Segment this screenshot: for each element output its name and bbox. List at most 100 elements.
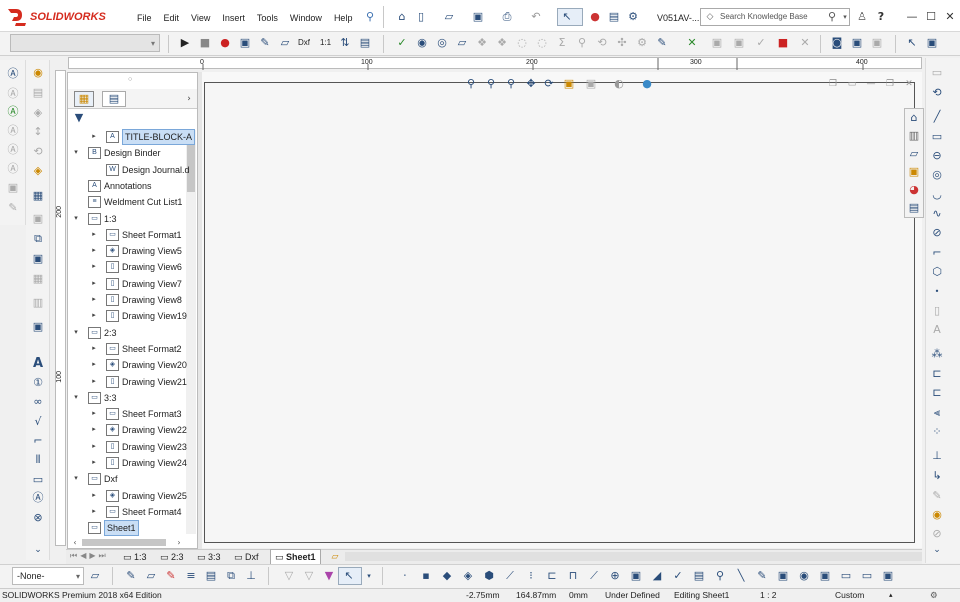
tool-6-icon[interactable]: ▣ xyxy=(6,181,20,195)
bottom-tool-13-icon[interactable]: ✓ xyxy=(671,569,685,583)
tool-7-icon[interactable]: ✎ xyxy=(6,201,20,215)
sheet-scale[interactable]: 1 : 2 xyxy=(760,589,777,602)
sketch-tool-2-icon[interactable]: ▯ xyxy=(930,304,944,318)
arc-icon[interactable]: ◡ xyxy=(930,188,944,202)
undo-icon[interactable]: ↶ xyxy=(529,10,543,24)
zoom-to-fit-icon[interactable]: ⚲ xyxy=(464,77,478,91)
close-icon[interactable]: ✕ xyxy=(943,10,957,24)
tool-4-icon[interactable]: Ⓐ xyxy=(6,143,20,157)
menu-file[interactable]: File xyxy=(137,13,152,23)
show-edge-icon[interactable]: ⊥ xyxy=(244,569,258,583)
rebuild-icon[interactable]: ● xyxy=(588,10,602,24)
display-style-icon[interactable]: ▣ xyxy=(584,77,598,91)
tree-item[interactable]: ▾ ▭ 2:3 xyxy=(68,325,198,341)
tool-m-icon[interactable]: ✕ xyxy=(685,36,699,50)
tool-1-icon[interactable]: Ⓐ xyxy=(6,87,20,101)
tool-l-icon[interactable]: ✎ xyxy=(655,36,669,50)
expand-caret-icon[interactable]: ▸ xyxy=(90,276,98,292)
tree-item[interactable]: ▸ ▯ Drawing View19 xyxy=(68,308,198,324)
tool-18-icon[interactable]: ▦ xyxy=(31,272,45,286)
file-properties-icon[interactable]: ▤ xyxy=(607,10,621,24)
tree-hscroll-left-icon[interactable]: ‹ xyxy=(68,536,82,550)
fillet-icon[interactable]: ⌐ xyxy=(930,246,944,260)
bottom-tool-3-icon[interactable]: ◈ xyxy=(461,569,475,583)
tree-item[interactable]: ▸ ◈ Drawing View22 xyxy=(68,422,198,438)
bottom-tool-16-icon[interactable]: ╲ xyxy=(734,569,748,583)
bottom-tool-10-icon[interactable]: ⊕ xyxy=(608,569,622,583)
tool-e-icon[interactable]: ❖ xyxy=(495,36,509,50)
expand-caret-icon[interactable]: ▸ xyxy=(90,504,98,520)
table-icon[interactable]: ▤ xyxy=(358,36,372,50)
bottom-tool-15-icon[interactable]: ⚲ xyxy=(713,569,727,583)
tool-o-icon[interactable]: ▣ xyxy=(732,36,746,50)
hole-callout-icon[interactable]: ⫴ xyxy=(31,453,45,467)
line-thickness-icon[interactable]: ▱ xyxy=(144,569,158,583)
appearances-icon[interactable]: ◕ xyxy=(907,183,921,197)
ellipse-icon[interactable]: ⊘ xyxy=(930,226,944,240)
help-icon[interactable]: ? xyxy=(874,10,888,24)
line-color-icon[interactable]: ✎ xyxy=(124,569,138,583)
circle-icon[interactable]: ◎ xyxy=(930,168,944,182)
save-icon[interactable]: ▣ xyxy=(471,10,485,24)
bottom-tool-19-icon[interactable]: ◉ xyxy=(797,569,811,583)
tree-item[interactable]: W Design Journal.d xyxy=(68,162,198,178)
tool-16-icon[interactable]: ⧉ xyxy=(31,232,45,246)
collapse-caret-icon[interactable]: ▾ xyxy=(72,471,80,487)
units-up-icon[interactable]: ▴ xyxy=(889,589,893,602)
menu-tools[interactable]: Tools xyxy=(257,13,278,23)
sketch-tool-9-icon[interactable]: ⊘ xyxy=(930,527,944,541)
bottom-tool-22-icon[interactable]: ▭ xyxy=(860,569,874,583)
sort-icon[interactable]: ⇅ xyxy=(338,36,352,50)
tool-f-icon[interactable]: ◌ xyxy=(515,36,529,50)
view-close-icon[interactable]: ✕ xyxy=(902,77,916,91)
open-icon[interactable]: ▱ xyxy=(442,10,456,24)
bottom-tool-7-icon[interactable]: ⊏ xyxy=(545,569,559,583)
pin-icon[interactable]: ⚲ xyxy=(363,10,377,24)
macro-icon[interactable]: ▣ xyxy=(238,36,252,50)
user-icon[interactable]: ♙ xyxy=(855,10,869,24)
tool-14-icon[interactable]: ▦ xyxy=(31,189,45,203)
filter-2-icon[interactable]: ▽ xyxy=(302,569,316,583)
menu-help[interactable]: Help xyxy=(334,13,353,23)
tool-19-icon[interactable]: ▥ xyxy=(31,296,45,310)
note-icon[interactable]: A xyxy=(31,357,45,371)
tool-k-icon[interactable]: ⚙ xyxy=(635,36,649,50)
rotate-icon[interactable]: ⟳ xyxy=(542,77,556,91)
record-icon[interactable]: ● xyxy=(218,36,232,50)
bottom-tool-12-icon[interactable]: ◢ xyxy=(650,569,664,583)
sheet-tab-dxf[interactable]: ▭ Dxf xyxy=(234,551,259,563)
design-library-icon[interactable]: ▥ xyxy=(907,129,921,143)
tool-q-icon[interactable]: ■ xyxy=(776,36,790,50)
offset-icon[interactable]: ⊏ xyxy=(930,367,944,381)
sketch-text-icon[interactable]: A xyxy=(930,323,944,337)
bottom-tool-1-icon[interactable]: ▪ xyxy=(419,569,433,583)
bottom-tool-14-icon[interactable]: ▤ xyxy=(692,569,706,583)
tree-item[interactable]: ▸ ▭ Sheet Format1 xyxy=(68,227,198,243)
tree-item[interactable]: ▸ ◈ Drawing View25 xyxy=(68,488,198,504)
more-tools-icon[interactable]: ⌄ xyxy=(31,543,45,557)
tree-item[interactable]: ▾ B Design Binder xyxy=(68,145,198,161)
bottom-tool-2-icon[interactable]: ◆ xyxy=(440,569,454,583)
auto-balloon-icon[interactable]: ∞ xyxy=(31,395,45,409)
tool-i-icon[interactable]: ⟲ xyxy=(595,36,609,50)
sketch-tool-3-icon[interactable]: ⁂ xyxy=(930,347,944,361)
tree-item[interactable]: ▾ ▭ 3:3 xyxy=(68,390,198,406)
sketch-tool-4-icon[interactable]: ⊏ xyxy=(930,386,944,400)
tool-20-icon[interactable]: ▣ xyxy=(31,320,45,334)
tree-item[interactable]: ▭ Sheet1 xyxy=(68,520,198,536)
tree-item[interactable]: ▸ ▯ Drawing View6 xyxy=(68,259,198,275)
stop-icon[interactable]: ■ xyxy=(198,36,212,50)
layer-properties-icon[interactable]: ▱ xyxy=(88,569,102,583)
bottom-tool-11-icon[interactable]: ▣ xyxy=(629,569,643,583)
camera-icon[interactable]: ◙ xyxy=(830,36,844,50)
sketch-tool-8-icon[interactable]: ◉ xyxy=(930,508,944,522)
solidworks-logo[interactable]: SOLIDWORKS xyxy=(6,6,116,28)
zoom-to-area-icon[interactable]: ⚲ xyxy=(484,77,498,91)
text-a-icon[interactable]: Ⓐ xyxy=(6,67,20,81)
tool-g-icon[interactable]: ◌ xyxy=(535,36,549,50)
menu-window[interactable]: Window xyxy=(290,13,322,23)
collapse-caret-icon[interactable]: ▾ xyxy=(72,325,80,341)
bottom-tool-0-icon[interactable]: ⋅ xyxy=(398,569,412,583)
expand-caret-icon[interactable]: ▸ xyxy=(90,292,98,308)
bottom-tool-4-icon[interactable]: ⬢ xyxy=(482,569,496,583)
